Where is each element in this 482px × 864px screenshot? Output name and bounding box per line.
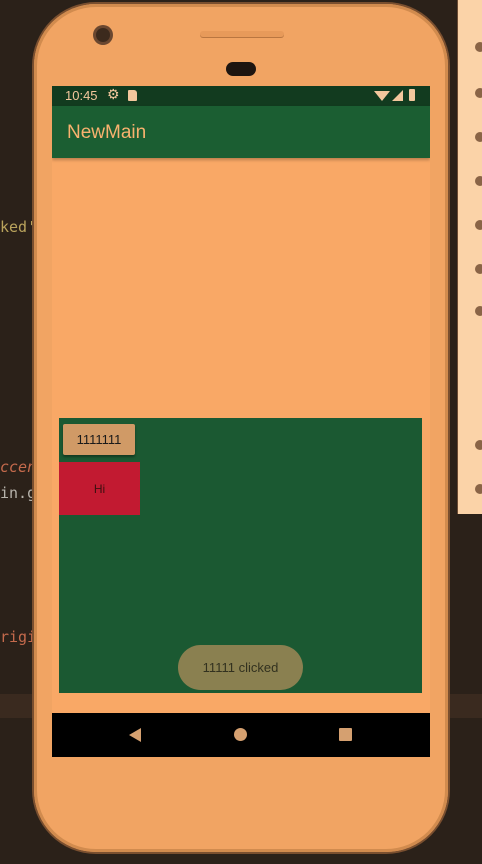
back-icon[interactable] xyxy=(475,440,482,450)
sd-card-icon xyxy=(128,90,137,101)
status-bar: 10:45 ⚙ xyxy=(52,86,430,106)
earpiece xyxy=(200,31,284,37)
zoom-icon[interactable] xyxy=(475,306,482,316)
hi-view[interactable]: Hi xyxy=(59,462,140,515)
ide-code-fragment: ked' xyxy=(0,218,37,236)
volume-down-icon[interactable] xyxy=(475,132,482,142)
ide-code-fragment: ccen xyxy=(0,458,37,476)
camera-icon[interactable] xyxy=(475,264,482,274)
status-time: 10:45 xyxy=(65,88,98,103)
wifi-icon xyxy=(374,91,390,101)
ide-code-fragment: rigi xyxy=(0,628,37,646)
number-button[interactable]: 1111111 xyxy=(63,424,135,455)
rotate-icon[interactable] xyxy=(475,176,482,186)
speaker xyxy=(226,62,256,76)
volume-up-icon[interactable] xyxy=(475,88,482,98)
home-icon[interactable] xyxy=(234,728,247,741)
recents-icon[interactable] xyxy=(339,728,352,741)
battery-icon xyxy=(409,89,415,101)
power-icon[interactable] xyxy=(475,42,482,52)
home-icon[interactable] xyxy=(475,484,482,494)
emulator-tool-panel xyxy=(457,0,482,514)
gear-icon: ⚙ xyxy=(107,86,120,102)
toast-message: 11111 clicked xyxy=(178,645,303,690)
rotate-right-icon[interactable] xyxy=(475,220,482,230)
front-camera xyxy=(96,28,110,42)
app-title: NewMain xyxy=(67,122,147,143)
app-bar: NewMain xyxy=(52,106,430,158)
ide-code-fragment: in.g xyxy=(0,484,37,502)
back-icon[interactable] xyxy=(129,728,141,742)
navigation-bar xyxy=(52,713,430,757)
content-panel: 1111111 Hi 11111 clicked xyxy=(59,418,422,693)
signal-icon xyxy=(392,90,403,101)
phone-screen: 10:45 ⚙ NewMain 1111111 Hi 11111 clicked xyxy=(52,86,430,757)
